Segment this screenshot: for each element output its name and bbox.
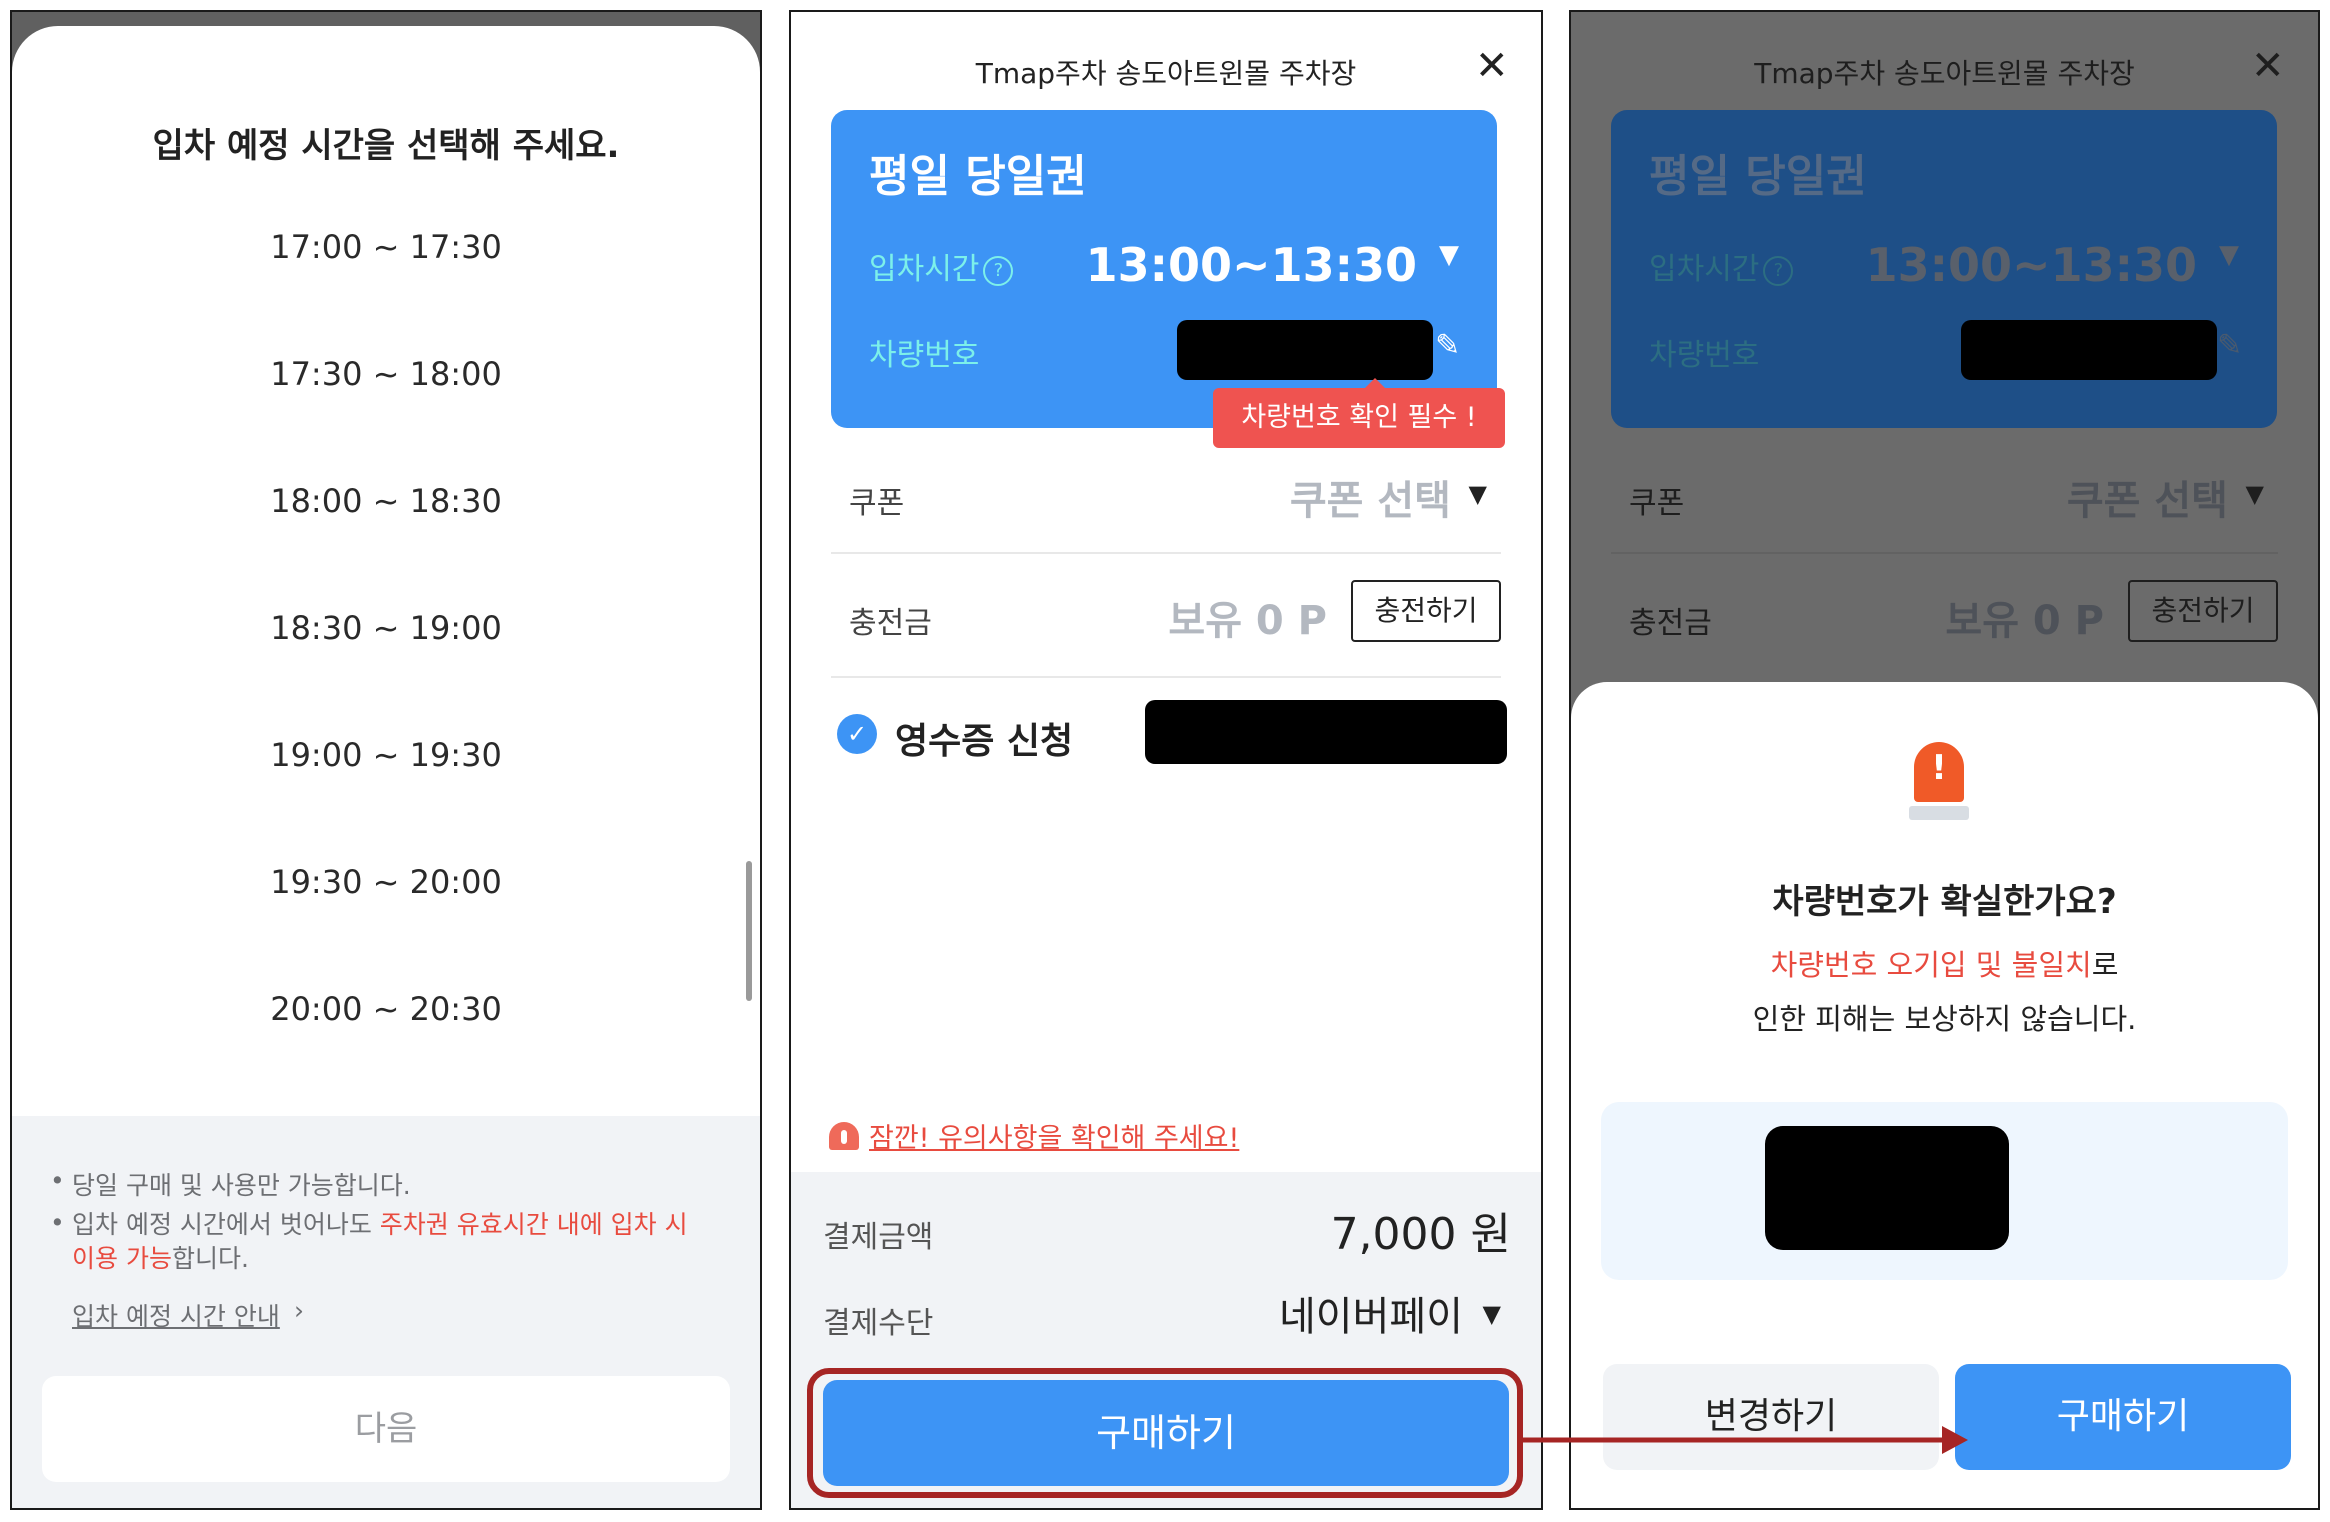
bullet-dot: • <box>50 1208 65 1237</box>
plate-preview-box <box>1601 1102 2288 1280</box>
confirm-message-line2: 인한 피해는 보상하지 않습니다. <box>1752 1002 2137 1036</box>
caret-down-icon[interactable]: ▼ <box>1439 240 1459 270</box>
help-icon: ? <box>1763 255 1794 286</box>
caret-down-icon: ▼ <box>2219 240 2239 270</box>
divider <box>831 552 1501 554</box>
time-slot-option[interactable]: 17:30 ~ 18:00 <box>12 341 760 468</box>
notice-text-part: 입차 예정 시간에서 벗어나도 <box>72 1210 380 1239</box>
confirm-screen: Tmap주차 송도아트윈몰 주차장 ✕ 평일 당일권 입차시간? 13:00~1… <box>1569 10 2320 1510</box>
entry-time-label: 입차시간? <box>869 244 1014 288</box>
confirm-title: 차량번호가 확실한가요? <box>1772 882 2117 922</box>
exclamation-icon: ! <box>1931 748 1947 788</box>
confirm-message: 차량번호 오기입 및 불일치로 <box>1571 942 2318 984</box>
close-icon[interactable]: ✕ <box>2251 46 2285 86</box>
help-icon[interactable]: ? <box>983 255 1014 286</box>
charge-button: 충전하기 <box>2128 580 2278 642</box>
time-slot-option[interactable]: 18:30 ~ 19:00 <box>12 595 760 722</box>
pencil-icon: ✎ <box>2217 328 2243 363</box>
close-icon[interactable]: ✕ <box>1475 46 1509 86</box>
amount-value: 7,000 원 <box>1330 1209 1511 1260</box>
time-select-sheet: 입차 예정 시간을 선택해 주세요. 17:00 ~ 17:30 17:30 ~… <box>12 26 760 1508</box>
ticket-name: 평일 당일권 <box>869 151 1087 202</box>
parking-lot-title: Tmap주차 송도아트윈몰 주차장 <box>1754 57 2135 90</box>
siren-body: ! <box>1914 742 1964 802</box>
plate-number-redacted <box>1765 1126 2009 1250</box>
balance-value: 보유 0 P <box>1168 598 1327 644</box>
charge-button[interactable]: 충전하기 <box>1351 580 1501 642</box>
payment-method-label: 결제수단 <box>823 1306 934 1341</box>
entry-time-value[interactable]: 13:00~13:30 <box>1086 238 1417 292</box>
ticket-card: 평일 당일권 입차시간? 13:00~13:30 ▼ 차량번호 ✎ <box>831 110 1497 428</box>
parking-lot-title: Tmap주차 송도아트윈몰 주차장 <box>975 57 1357 90</box>
notice-highlight: 주차권 유효시간 내에 입차 시 <box>379 1210 688 1239</box>
notice-area: • 당일 구매 및 사용만 가능합니다. • 입차 예정 시간에서 벗어나도 주… <box>12 1116 760 1508</box>
caret-down-icon: ▼ <box>2245 480 2264 508</box>
payment-method-select[interactable]: 네이버페이 <box>1279 1284 1463 1342</box>
plate-label: 차량번호 <box>1649 338 1760 373</box>
siren-icon: ! <box>1909 742 1969 824</box>
notice-highlight: 이용 가능 <box>72 1244 172 1273</box>
next-button[interactable]: 다음 <box>42 1376 730 1482</box>
balance-label: 충전금 <box>849 606 932 641</box>
time-slot-option[interactable]: 19:30 ~ 20:00 <box>12 849 760 976</box>
siren-base <box>1909 806 1969 820</box>
receipt-label[interactable]: 영수증 신청 <box>895 712 1073 764</box>
confirm-sheet: ! 차량번호가 확실한가요? 차량번호 오기입 및 불일치로 인한 피해는 보상… <box>1571 682 2318 1508</box>
time-select-screen: 입차 예정 시간을 선택해 주세요. 17:00 ~ 17:30 17:30 ~… <box>10 10 762 1510</box>
time-select-title: 입차 예정 시간을 선택해 주세요. <box>152 126 620 166</box>
purchase-screen: Tmap주차 송도아트윈몰 주차장 ✕ 평일 당일권 입차시간? 13:00~1… <box>789 10 1543 1510</box>
warning-link[interactable]: 잠깐! 유의사항을 확인해 주세요! <box>829 1116 1239 1155</box>
check-icon[interactable]: ✓ <box>837 714 877 754</box>
coupon-label: 쿠폰 <box>849 486 905 521</box>
time-slot-list: 17:00 ~ 17:30 17:30 ~ 18:00 18:00 ~ 18:3… <box>12 214 760 1103</box>
divider <box>1611 552 2278 554</box>
plate-label: 차량번호 <box>869 338 980 373</box>
divider <box>831 676 1501 678</box>
guide-link[interactable]: 입차 예정 시간 안내 <box>72 1297 280 1333</box>
siren-icon <box>829 1121 859 1150</box>
buy-button[interactable]: 구매하기 <box>1955 1364 2291 1470</box>
change-button[interactable]: 변경하기 <box>1603 1364 1939 1470</box>
tooltip-tail <box>1365 378 1385 388</box>
balance-value: 보유 0 P <box>1945 598 2104 644</box>
time-slot-option[interactable]: 19:00 ~ 19:30 <box>12 722 760 849</box>
entry-time-label: 입차시간? <box>1649 244 1794 288</box>
entry-time-label-text: 입차시간 <box>1649 252 1760 287</box>
plate-number-redacted <box>1961 320 2217 380</box>
ticket-card: 평일 당일권 입차시간? 13:00~13:30 ▼ 차량번호 ✎ <box>1611 110 2277 428</box>
time-slot-option[interactable]: 18:00 ~ 18:30 <box>12 468 760 595</box>
coupon-label: 쿠폰 <box>1629 486 1685 521</box>
balance-label: 충전금 <box>1629 606 1712 641</box>
scrollbar-thumb[interactable] <box>746 861 752 1001</box>
coupon-select: 쿠폰 선택 <box>2066 478 2228 524</box>
warning-text: 잠깐! 유의사항을 확인해 주세요! <box>869 1123 1240 1154</box>
ticket-name: 평일 당일권 <box>1649 151 1867 202</box>
highlight-frame <box>807 1368 1523 1498</box>
pencil-icon[interactable]: ✎ <box>1435 328 1460 363</box>
receipt-info-redacted[interactable] <box>1145 700 1507 764</box>
time-slot-option[interactable]: 20:00 ~ 20:30 <box>12 976 760 1103</box>
notice-text-part: 합니다. <box>171 1244 249 1273</box>
plate-number-redacted[interactable] <box>1177 320 1433 380</box>
plate-check-tooltip: 차량번호 확인 필수 ! <box>1213 388 1505 448</box>
confirm-message-highlight: 차량번호 오기입 및 불일치 <box>1770 948 2092 982</box>
caret-down-icon[interactable]: ▼ <box>1469 480 1487 508</box>
entry-time-label-text: 입차시간 <box>869 252 980 287</box>
confirm-message-part: 로 <box>2091 948 2119 982</box>
caret-down-icon[interactable]: ▼ <box>1483 1300 1501 1328</box>
coupon-select[interactable]: 쿠폰 선택 <box>1290 468 1451 526</box>
amount-label: 결제금액 <box>823 1220 934 1255</box>
time-slot-option[interactable]: 17:00 ~ 17:30 <box>12 214 760 341</box>
notice-text: 입차 예정 시간에서 벗어나도 주차권 유효시간 내에 입차 시이용 가능합니다… <box>72 1208 712 1276</box>
bullet-dot: • <box>50 1166 65 1195</box>
notice-text: 당일 구매 및 사용만 가능합니다. <box>72 1171 411 1200</box>
chevron-right-icon: › <box>294 1296 304 1325</box>
entry-time-value: 13:00~13:30 <box>1865 238 2197 292</box>
